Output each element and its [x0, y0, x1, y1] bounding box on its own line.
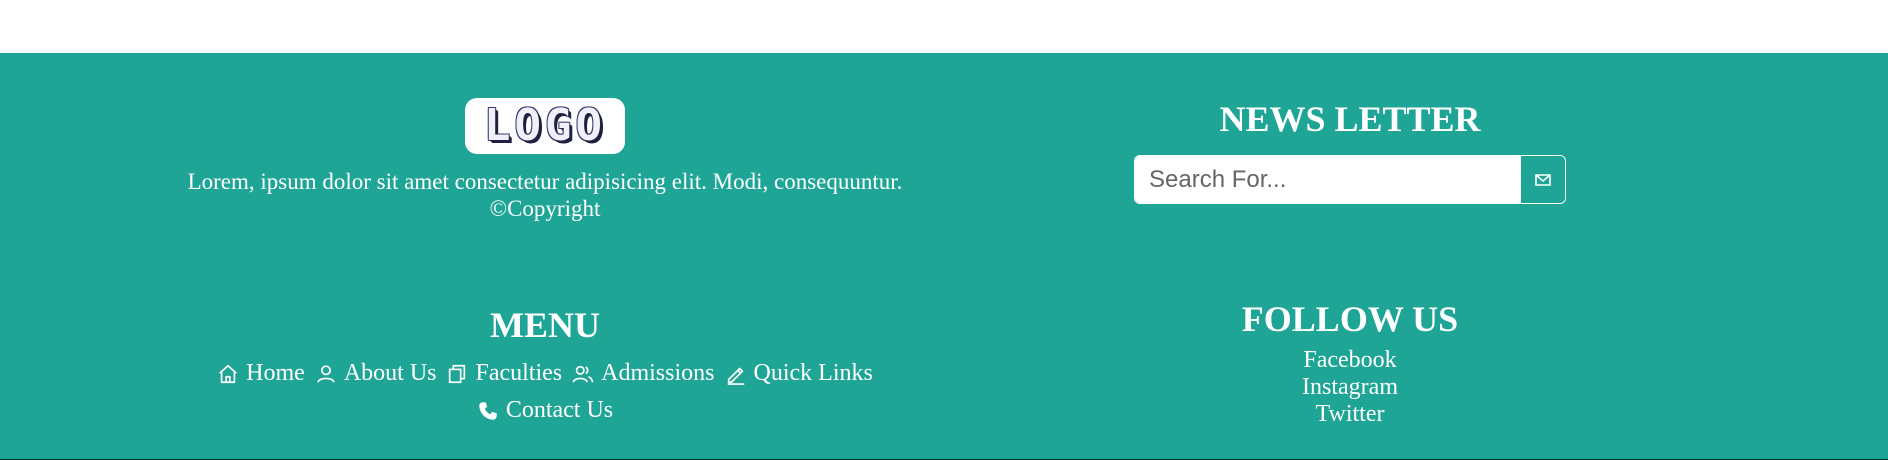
instagram-link[interactable]: Instagram [1134, 374, 1566, 401]
follow-heading: FOLLOW US [1241, 299, 1459, 339]
menu-item-label: Home [246, 360, 305, 386]
social-links: Facebook Instagram Twitter [1134, 347, 1566, 428]
menu-item-quick-links[interactable]: Quick Links [725, 355, 873, 392]
menu-item-label: Admissions [601, 360, 715, 386]
home-icon [219, 364, 237, 383]
users-icon [572, 365, 594, 383]
about-section: LOGO Lorem, ipsum dolor sit amet consect… [0, 98, 1090, 222]
menu-item-label: About Us [343, 360, 437, 386]
menu-section: MENU Home About Us Faculties Admissions … [0, 303, 1090, 429]
newsletter-section: NEWS LETTER [1134, 97, 1566, 204]
newsletter-heading: NEWS LETTER [1219, 99, 1481, 139]
user-icon [317, 364, 335, 383]
menu-item-contact-us[interactable]: Contact Us [477, 392, 613, 429]
menu-item-faculties[interactable]: Faculties [446, 355, 562, 392]
newsletter-input[interactable] [1135, 156, 1520, 203]
newsletter-form [1134, 155, 1566, 204]
facebook-link[interactable]: Facebook [1134, 347, 1566, 374]
menu-item-home[interactable]: Home [217, 355, 305, 392]
footer: LOGO Lorem, ipsum dolor sit amet consect… [0, 53, 1888, 459]
twitter-link[interactable]: Twitter [1134, 401, 1566, 428]
phone-icon [479, 401, 497, 420]
about-text: Lorem, ipsum dolor sit amet consectetur … [0, 168, 1090, 222]
newsletter-submit-button[interactable] [1520, 156, 1565, 203]
menu-item-about-us[interactable]: About Us [315, 355, 437, 392]
about-description: Lorem, ipsum dolor sit amet consectetur … [187, 169, 903, 194]
menu-item-label: Faculties [475, 360, 563, 386]
menu-item-label: Quick Links [753, 360, 873, 386]
copy-icon [449, 364, 466, 383]
copyright-text: ©Copyright [489, 196, 601, 221]
menu-heading: MENU [490, 305, 600, 345]
follow-section: FOLLOW US Facebook Instagram Twitter [1134, 297, 1566, 428]
pencil-icon [727, 367, 744, 385]
envelope-icon [1535, 173, 1551, 186]
menu-item-label: Contact Us [505, 397, 614, 423]
logo[interactable]: LOGO [465, 98, 625, 154]
menu-item-admissions[interactable]: Admissions [572, 355, 715, 392]
menu-list: Home About Us Faculties Admissions Quick… [195, 355, 895, 429]
